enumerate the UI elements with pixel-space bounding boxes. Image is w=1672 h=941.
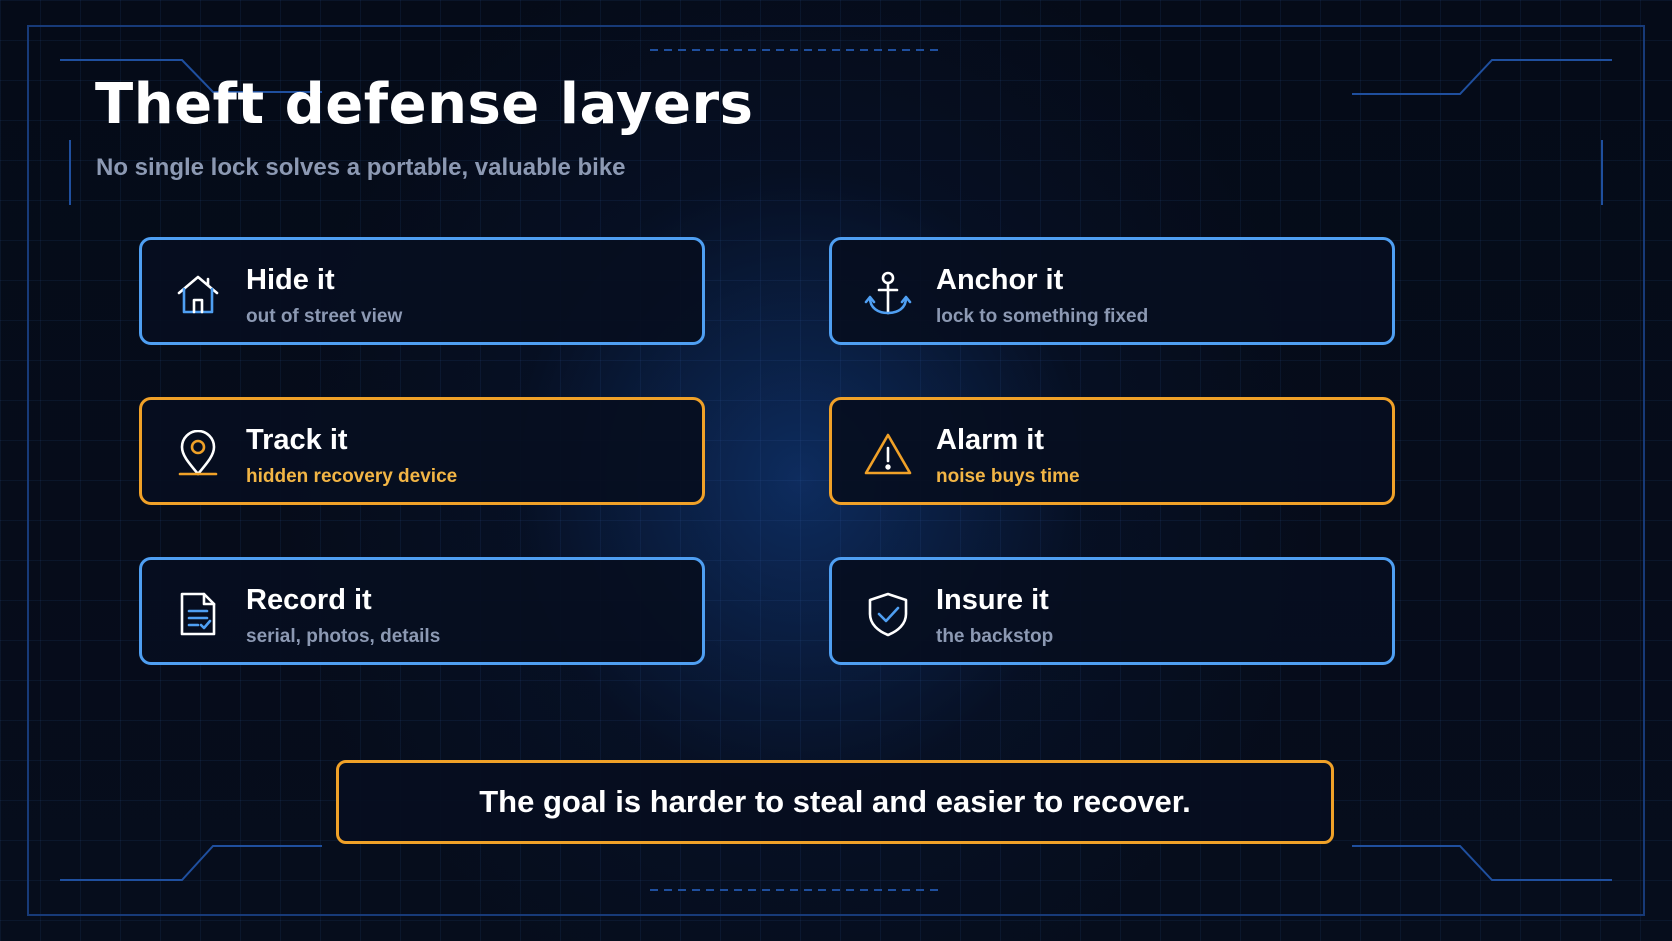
page-subtitle: No single lock solves a portable, valuab… [96, 154, 626, 181]
card-label: Record it [246, 584, 372, 616]
card-hide-it: Hide it out of street view [139, 237, 705, 345]
document-icon [174, 590, 222, 638]
card-label: Insure it [936, 584, 1049, 616]
card-label: Anchor it [936, 264, 1064, 296]
card-anchor-it: Anchor it lock to something fixed [829, 237, 1395, 345]
goal-callout-text: The goal is harder to steal and easier t… [479, 784, 1191, 819]
warning-triangle-icon [864, 430, 912, 478]
card-alarm-it: Alarm it noise buys time [829, 397, 1395, 505]
card-description: lock to something fixed [936, 306, 1149, 327]
card-label: Track it [246, 424, 348, 456]
card-record-it: Record it serial, photos, details [139, 557, 705, 665]
card-label: Hide it [246, 264, 335, 296]
goal-callout: The goal is harder to steal and easier t… [336, 760, 1334, 844]
anchor-icon [864, 270, 912, 318]
card-description: noise buys time [936, 466, 1080, 487]
house-icon [174, 270, 222, 318]
card-description: the backstop [936, 626, 1054, 647]
page-title: Theft defense layers [95, 72, 754, 137]
location-pin-icon [174, 430, 222, 478]
card-description: hidden recovery device [246, 466, 458, 487]
card-track-it: Track it hidden recovery device [139, 397, 705, 505]
shield-check-icon [864, 590, 912, 638]
card-insure-it: Insure it the backstop [829, 557, 1395, 665]
slide: Theft defense layers No single lock solv… [0, 0, 1672, 941]
card-description: serial, photos, details [246, 626, 441, 647]
card-description: out of street view [246, 306, 403, 327]
card-label: Alarm it [936, 424, 1044, 456]
